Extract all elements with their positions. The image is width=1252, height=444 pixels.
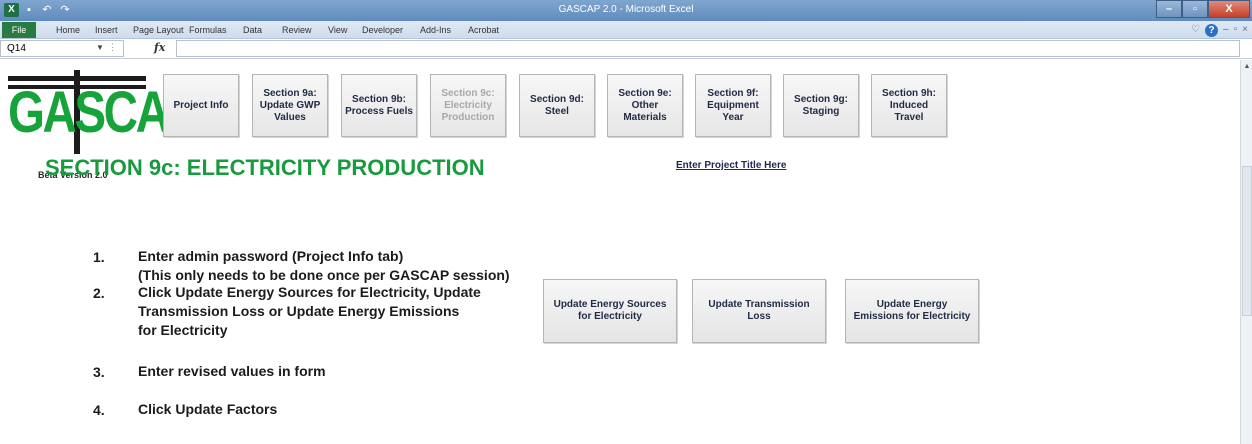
tab-file[interactable]: File (2, 22, 36, 38)
step-text: Enter revised values in form (138, 363, 326, 379)
update-transmission-loss-button[interactable]: Update Transmission Loss (692, 279, 826, 343)
vertical-scrollbar[interactable]: ▲ (1240, 60, 1252, 444)
formula-bar: Q14 ▼ ⋮ fx (0, 39, 1252, 59)
step-number: 4. (93, 402, 105, 418)
nav-button-section-9e[interactable]: Section 9e: Other Materials (607, 74, 683, 137)
tab-data[interactable]: Data (243, 23, 262, 37)
title-bar: X ▪ ↶ ↷ GASCAP 2.0 - Microsoft Excel – ▫… (0, 0, 1252, 21)
update-energy-emissions-button[interactable]: Update Energy Emissions for Electricity (845, 279, 979, 343)
ribbon-close-icon[interactable]: × (1242, 23, 1248, 37)
tab-page-layout[interactable]: Page Layout (133, 23, 184, 37)
nav-button-section-9f[interactable]: Section 9f: Equipment Year (695, 74, 771, 137)
scroll-up-icon[interactable]: ▲ (1242, 62, 1252, 72)
nav-button-section-9d[interactable]: Section 9d: Steel (519, 74, 595, 137)
step-text: Click Update Factors (138, 401, 278, 417)
worksheet: GASCAP Beta Version 2.0 Project Info Sec… (0, 60, 1240, 444)
tab-insert[interactable]: Insert (95, 23, 118, 37)
save-icon[interactable]: ▪ (22, 4, 36, 17)
ribbon-minimize-icon[interactable]: – (1223, 23, 1229, 37)
formula-bar-divider: ⋮ (108, 42, 117, 52)
tab-acrobat[interactable]: Acrobat (468, 23, 499, 37)
window-controls: – ▫ X (1156, 0, 1250, 19)
tab-review[interactable]: Review (282, 23, 312, 37)
ribbon-tabs: File Home Insert Page Layout Formulas Da… (0, 21, 1252, 39)
close-button[interactable]: X (1208, 0, 1250, 18)
minimize-button[interactable]: – (1156, 0, 1182, 18)
tab-home[interactable]: Home (56, 23, 80, 37)
scrollbar-thumb[interactable] (1242, 166, 1252, 316)
undo-icon[interactable]: ↶ (40, 4, 54, 17)
ribbon-restore-icon[interactable]: ▫ (1234, 23, 1238, 37)
project-title-link[interactable]: Enter Project Title Here (676, 160, 786, 171)
nav-button-section-9c[interactable]: Section 9c: Electricity Production (430, 74, 506, 137)
step-text: Enter admin password (Project Info tab) … (138, 248, 510, 283)
nav-button-section-9b[interactable]: Section 9b: Process Fuels (341, 74, 417, 137)
tab-view[interactable]: View (328, 23, 347, 37)
help-icon[interactable]: ? (1205, 23, 1219, 37)
window-title: GASCAP 2.0 - Microsoft Excel (558, 4, 694, 15)
nav-button-section-9h[interactable]: Section 9h: Induced Travel (871, 74, 947, 137)
tab-developer[interactable]: Developer (362, 23, 403, 37)
tab-add-ins[interactable]: Add-Ins (420, 23, 451, 37)
redo-icon[interactable]: ↷ (58, 4, 72, 17)
nav-button-project-info[interactable]: Project Info (163, 74, 239, 137)
chevron-down-icon[interactable]: ▼ (96, 43, 104, 52)
maximize-button[interactable]: ▫ (1182, 0, 1208, 18)
section-title: SECTION 9c: ELECTRICITY PRODUCTION (45, 155, 485, 180)
step-text: Click Update Energy Sources for Electric… (138, 284, 481, 338)
ribbon-right-controls: ♡ ? – ▫ × (1191, 23, 1248, 37)
step-number: 1. (93, 249, 105, 265)
step-number: 2. (93, 285, 105, 301)
favorite-icon[interactable]: ♡ (1191, 23, 1200, 37)
update-energy-sources-button[interactable]: Update Energy Sources for Electricity (543, 279, 677, 343)
quick-access-toolbar: ▪ ↶ ↷ (22, 2, 72, 18)
nav-button-section-9g[interactable]: Section 9g: Staging (783, 74, 859, 137)
excel-app-icon[interactable]: X (4, 3, 19, 17)
tab-formulas[interactable]: Formulas (189, 23, 227, 37)
insert-function-icon[interactable]: fx (154, 41, 165, 54)
name-box[interactable]: Q14 (0, 40, 124, 57)
formula-input[interactable] (176, 40, 1240, 57)
nav-button-section-9a[interactable]: Section 9a: Update GWP Values (252, 74, 328, 137)
step-number: 3. (93, 364, 105, 380)
